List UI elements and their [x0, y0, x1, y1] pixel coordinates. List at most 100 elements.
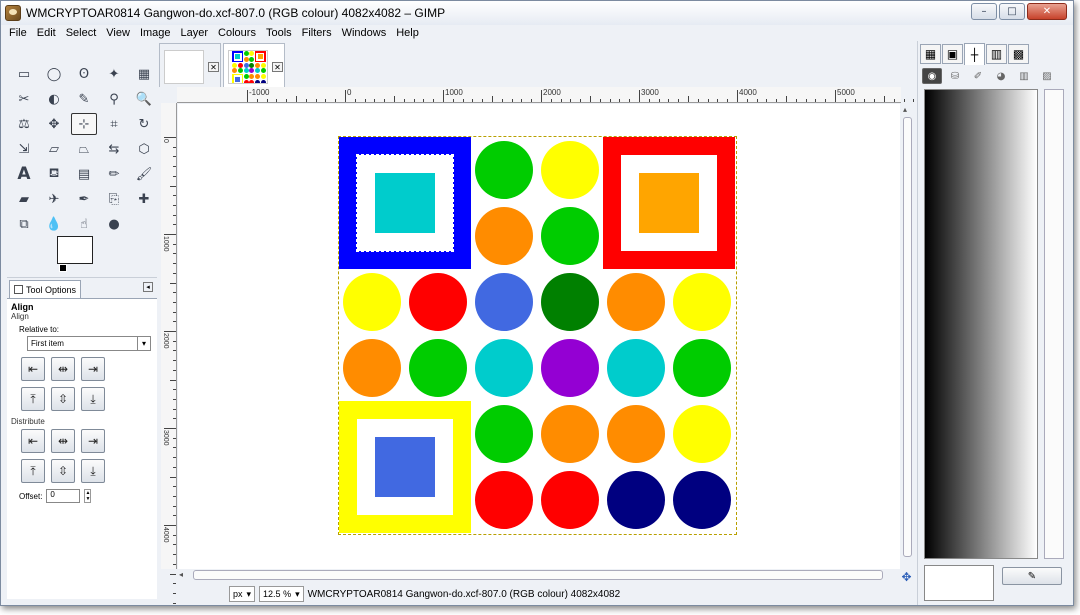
fg-bg-color-selector[interactable]: [57, 236, 105, 278]
circle-shape[interactable]: [673, 339, 731, 397]
dock-subtab-eye[interactable]: ◉: [922, 68, 942, 84]
circle-shape[interactable]: [243, 74, 249, 79]
horizontal-ruler[interactable]: -1000 0 1000 2000 3000 4000 5000: [177, 87, 925, 103]
ruler-corner[interactable]: [161, 87, 177, 103]
distribute-left-button[interactable]: ⇤: [21, 429, 45, 453]
dock-tab-gradient[interactable]: ▥: [986, 44, 1007, 64]
rotate-tool[interactable]: ↻: [131, 113, 157, 135]
move-tool[interactable]: ✥: [41, 113, 67, 135]
smudge-tool[interactable]: ☝: [71, 213, 97, 235]
clone-tool[interactable]: ⎘: [101, 188, 127, 210]
dock-scrollbar[interactable]: [1044, 89, 1064, 559]
edit-gradient-button[interactable]: ✎: [1002, 567, 1062, 585]
color-picker-tool[interactable]: ⚲: [101, 88, 127, 110]
circle-shape[interactable]: [260, 79, 266, 83]
tab-tool-options[interactable]: Tool Options: [9, 280, 82, 298]
blue-frame-square[interactable]: [339, 137, 471, 269]
circle-shape[interactable]: [409, 273, 467, 331]
ellipse-select-tool[interactable]: ◯: [41, 63, 67, 85]
circle-shape[interactable]: [249, 51, 255, 57]
horizontal-scrollbar[interactable]: ◂: [177, 569, 889, 581]
airbrush-tool[interactable]: ✈: [41, 188, 67, 210]
circle-shape[interactable]: [607, 273, 665, 331]
circle-shape[interactable]: [541, 339, 599, 397]
circle-shape[interactable]: [255, 79, 260, 83]
circle-shape[interactable]: [673, 471, 731, 529]
unit-select[interactable]: px ▾: [229, 586, 256, 602]
image-artwork[interactable]: [338, 136, 737, 535]
align-right-edge-button[interactable]: ⇥: [81, 357, 105, 381]
align-bottom-edge-button[interactable]: ⤓: [81, 387, 105, 411]
circle-shape[interactable]: [607, 339, 665, 397]
dock-subtab-brush-small[interactable]: ✐: [968, 68, 988, 84]
dock-subtab-image[interactable]: ▨: [1037, 68, 1057, 84]
measure-tool[interactable]: ⚖: [11, 113, 37, 135]
horizontal-scroll-thumb[interactable]: [193, 570, 883, 580]
distribute-bottom-button[interactable]: ⤓: [81, 459, 105, 483]
circle-shape[interactable]: [475, 339, 533, 397]
dock-tab-palette[interactable]: ▩: [1008, 44, 1029, 64]
perspective-clone-tool[interactable]: ⧉: [11, 213, 37, 235]
circle-shape[interactable]: [243, 51, 249, 57]
close-button[interactable]: ✕: [1027, 3, 1067, 20]
bucket-fill-tool[interactable]: ⛾: [41, 163, 67, 185]
foreground-select-tool[interactable]: ◐: [41, 88, 67, 110]
relative-to-select[interactable]: First item ▾: [27, 336, 151, 351]
vertical-ruler[interactable]: 0 1000 2000 3000 4000: [161, 103, 177, 604]
pencil-tool[interactable]: ✏: [101, 163, 127, 185]
circle-shape[interactable]: [673, 405, 731, 463]
zoom-tool[interactable]: 🔍: [131, 88, 157, 110]
menu-filters[interactable]: Filters: [302, 27, 332, 39]
menu-image[interactable]: Image: [140, 27, 171, 39]
blend-tool[interactable]: ▤: [71, 163, 97, 185]
circle-shape[interactable]: [475, 405, 533, 463]
shear-tool[interactable]: ▱: [41, 138, 67, 160]
dock-subtab-color-wheel[interactable]: ◕: [991, 68, 1011, 84]
red-frame-square[interactable]: [603, 137, 735, 269]
scale-tool[interactable]: ⇲: [11, 138, 37, 160]
circle-shape[interactable]: [475, 207, 533, 265]
circle-shape[interactable]: [243, 68, 249, 74]
circle-shape[interactable]: [249, 57, 255, 62]
dock-subtab-paint[interactable]: ⛁: [945, 68, 965, 84]
menu-windows[interactable]: Windows: [342, 27, 387, 39]
circle-shape[interactable]: [249, 79, 255, 83]
image-tab-1[interactable]: ✕: [159, 43, 221, 87]
image-tab-2[interactable]: ✕: [223, 43, 285, 87]
menu-file[interactable]: File: [9, 27, 27, 39]
canvas-area[interactable]: [178, 104, 900, 569]
dock-tab-pattern[interactable]: ▦: [920, 44, 941, 64]
circle-shape[interactable]: [243, 79, 249, 83]
color-select-tool[interactable]: ▦: [131, 63, 157, 85]
circle-shape[interactable]: [238, 62, 243, 68]
navigate-icon[interactable]: ✥: [900, 570, 913, 584]
offset-input[interactable]: 0: [46, 489, 81, 503]
circle-shape[interactable]: [260, 74, 266, 79]
flip-tool[interactable]: ⇆: [101, 138, 127, 160]
red-frame-square[interactable]: [254, 51, 266, 63]
circle-shape[interactable]: [475, 273, 533, 331]
zoom-select[interactable]: 12.5 % ▾: [259, 586, 304, 602]
circle-shape[interactable]: [541, 141, 599, 199]
circle-shape[interactable]: [409, 339, 467, 397]
circle-shape[interactable]: [541, 273, 599, 331]
align-top-edge-button[interactable]: ⤒: [21, 387, 45, 411]
circle-shape[interactable]: [255, 74, 260, 79]
scissors-select-tool[interactable]: ✂: [11, 88, 37, 110]
circle-shape[interactable]: [475, 141, 533, 199]
circle-shape[interactable]: [343, 339, 401, 397]
circle-shape[interactable]: [249, 74, 255, 79]
circle-shape[interactable]: [673, 273, 731, 331]
yellow-frame-square[interactable]: [339, 401, 471, 533]
align-middle-button[interactable]: ⇳: [51, 387, 75, 411]
align-tool[interactable]: ⊹: [71, 113, 97, 135]
circle-shape[interactable]: [541, 405, 599, 463]
ink-tool[interactable]: ✒: [71, 188, 97, 210]
align-left-edge-button[interactable]: ⇤: [21, 357, 45, 381]
blue-frame-square[interactable]: [232, 51, 244, 63]
circle-shape[interactable]: [243, 62, 249, 68]
menu-colours[interactable]: Colours: [218, 27, 256, 39]
paintbrush-tool[interactable]: 🖌: [131, 163, 157, 185]
dock-tab-crosshair[interactable]: ┼: [964, 43, 985, 65]
dodge-burn-tool[interactable]: ●: [101, 213, 127, 235]
